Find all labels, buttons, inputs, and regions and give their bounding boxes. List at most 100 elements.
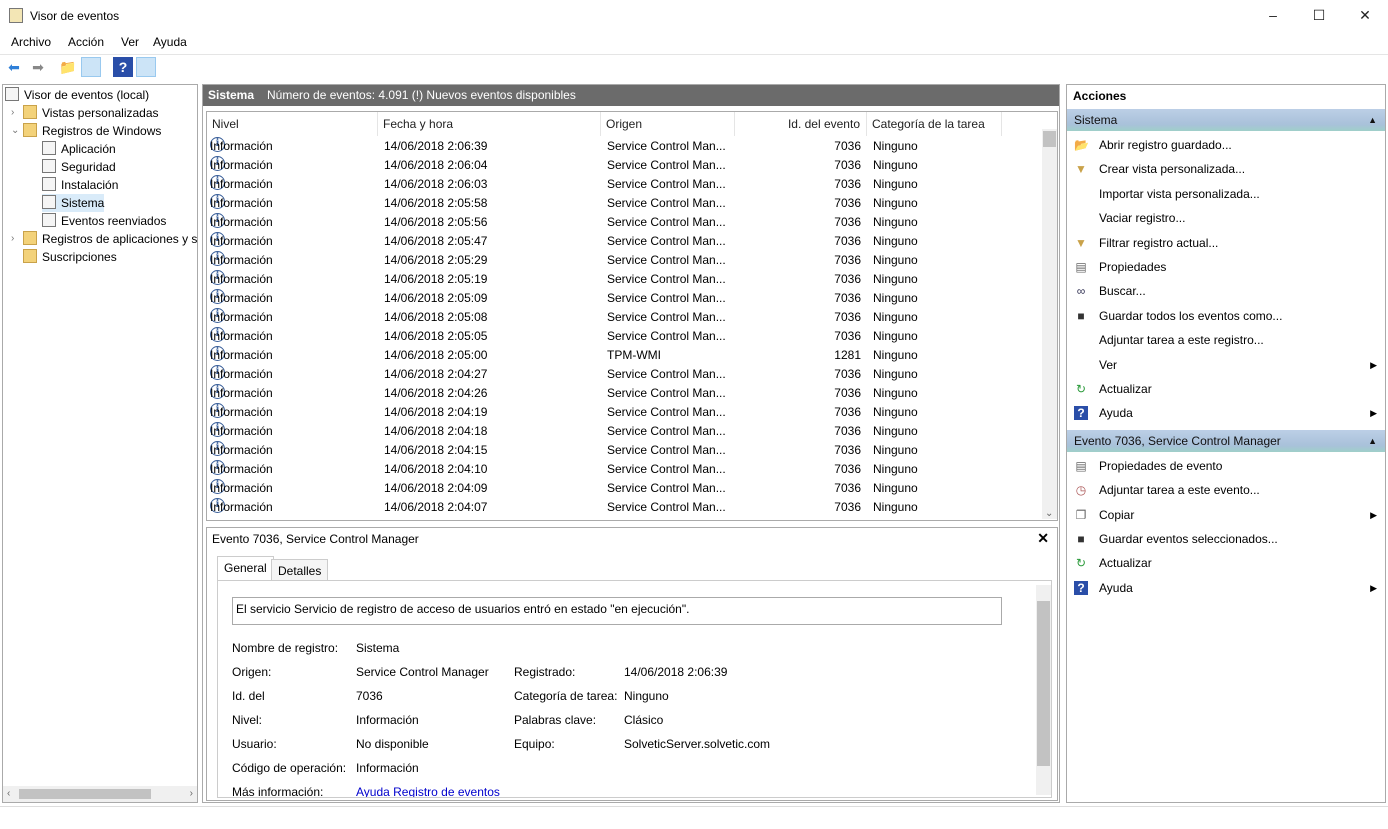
- app-icon: [9, 8, 23, 23]
- folder-up-icon[interactable]: 📁: [58, 57, 78, 77]
- field-label: Nivel:: [232, 713, 263, 727]
- action-item[interactable]: ■ Guardar eventos seleccionados...: [1067, 528, 1385, 550]
- field-value[interactable]: Ayuda Registro de eventos: [356, 785, 500, 797]
- column-header[interactable]: Fecha y hora: [378, 112, 601, 136]
- close-detail-icon[interactable]: ✕: [1037, 530, 1049, 547]
- scroll-thumb[interactable]: [19, 789, 151, 799]
- table-row[interactable]: i Información 14/06/2018 2:04:15 Service Co…: [207, 441, 1042, 460]
- table-row[interactable]: i Información 14/06/2018 2:04:26 Service Co…: [207, 384, 1042, 403]
- table-row[interactable]: i Información 14/06/2018 2:04:10 Service Co…: [207, 460, 1042, 479]
- action-label: Propiedades de evento: [1099, 458, 1223, 473]
- events-vertical-scrollbar[interactable]: ⌄: [1042, 129, 1057, 519]
- action-item[interactable]: Importar vista personalizada...: [1067, 183, 1385, 205]
- cell-category: Ninguno: [873, 310, 918, 324]
- close-button[interactable]: ✕: [1342, 0, 1388, 30]
- table-row[interactable]: i Información 14/06/2018 2:04:18 Service Co…: [207, 422, 1042, 441]
- table-row[interactable]: i Información 14/06/2018 2:05:09 Service Co…: [207, 289, 1042, 308]
- tree-item[interactable]: Sistema: [42, 194, 105, 212]
- column-header[interactable]: Id. del evento: [735, 112, 867, 136]
- tab-detalles[interactable]: Detalles: [271, 559, 329, 581]
- tree-item[interactable]: Vistas personalizadas: [23, 104, 159, 122]
- action-item[interactable]: ? Ayuda ▶: [1067, 402, 1385, 424]
- collapse-icon[interactable]: ▲: [1368, 430, 1377, 452]
- tree-horizontal-scrollbar[interactable]: ‹ ›: [3, 786, 197, 802]
- table-row[interactable]: i Información 14/06/2018 2:06:03 Service Co…: [207, 175, 1042, 194]
- back-icon[interactable]: ⬅: [4, 57, 24, 77]
- action-item[interactable]: ▼ Crear vista personalizada...: [1067, 158, 1385, 180]
- table-row[interactable]: i Información 14/06/2018 2:06:04 Service Co…: [207, 156, 1042, 175]
- tree-item[interactable]: Registros de Windows: [23, 122, 161, 140]
- level-text: Información: [210, 348, 273, 362]
- table-row[interactable]: i Información 14/06/2018 2:05:47 Service Co…: [207, 232, 1042, 251]
- action-item[interactable]: Vaciar registro...: [1067, 207, 1385, 229]
- menu-accion[interactable]: Acción: [68, 35, 104, 49]
- action-item[interactable]: Ver ▶: [1067, 354, 1385, 376]
- scroll-thumb[interactable]: [1043, 131, 1056, 147]
- table-row[interactable]: i Información 14/06/2018 2:05:29 Service Co…: [207, 251, 1042, 270]
- table-row[interactable]: i Información 14/06/2018 2:06:39 Service Co…: [207, 137, 1042, 156]
- field-label: Más información:: [232, 785, 324, 798]
- chevron-down-icon[interactable]: ⌄: [11, 125, 19, 136]
- action-item[interactable]: Adjuntar tarea a este registro...: [1067, 329, 1385, 351]
- log-icon: [42, 141, 56, 155]
- action-item[interactable]: ? Ayuda ▶: [1067, 577, 1385, 599]
- tree-item[interactable]: Suscripciones: [23, 248, 117, 266]
- minimize-button[interactable]: –: [1250, 0, 1296, 30]
- menu-ver[interactable]: Ver: [121, 35, 139, 49]
- field-value: Información: [356, 713, 419, 727]
- chevron-right-icon[interactable]: ›: [11, 233, 14, 244]
- action-item[interactable]: ❐ Copiar ▶: [1067, 504, 1385, 526]
- forward-icon[interactable]: ➡: [28, 57, 48, 77]
- cell-event-id: 7036: [834, 291, 861, 305]
- log-header-bar: Sistema Número de eventos: 4.091 (!) Nue…: [203, 85, 1059, 106]
- tree-item[interactable]: Instalación: [42, 176, 118, 194]
- column-header[interactable]: Categoría de la tarea: [867, 112, 1002, 136]
- table-row[interactable]: i Información 14/06/2018 2:05:05 Service Co…: [207, 327, 1042, 346]
- tree-item[interactable]: Eventos reenviados: [42, 212, 166, 230]
- actions-section-header[interactable]: Evento 7036, Service Control Manager ▲: [1067, 429, 1385, 452]
- collapse-icon[interactable]: ▲: [1368, 109, 1377, 131]
- event-message[interactable]: El servicio Servicio de registro de acce…: [232, 597, 1002, 625]
- level-text: Información: [210, 310, 273, 324]
- detail-vertical-scrollbar[interactable]: [1036, 585, 1051, 795]
- action-item[interactable]: ▤ Propiedades de evento: [1067, 455, 1385, 477]
- action-item[interactable]: ↻ Actualizar: [1067, 378, 1385, 400]
- tree-item[interactable]: Aplicación: [42, 140, 116, 158]
- chevron-right-icon[interactable]: ›: [11, 107, 14, 118]
- column-header[interactable]: Origen: [601, 112, 735, 136]
- table-row[interactable]: i Información 14/06/2018 2:04:09 Service Co…: [207, 479, 1042, 498]
- tab-general[interactable]: General: [217, 556, 274, 580]
- table-row[interactable]: i Información 14/06/2018 2:05:19 Service Co…: [207, 270, 1042, 289]
- console-tree: Visor de eventos (local) Vistas personali…: [2, 84, 198, 803]
- action-item[interactable]: 📂 Abrir registro guardado...: [1067, 134, 1385, 156]
- action-item[interactable]: ◷ Adjuntar tarea a este evento...: [1067, 479, 1385, 501]
- action-item[interactable]: ▤ Propiedades: [1067, 256, 1385, 278]
- tree-item[interactable]: Visor de eventos (local): [5, 86, 149, 104]
- menu-ayuda[interactable]: Ayuda: [153, 35, 187, 49]
- action-item[interactable]: ▼ Filtrar registro actual...: [1067, 232, 1385, 254]
- action-item[interactable]: ■ Guardar todos los eventos como...: [1067, 305, 1385, 327]
- cell-date: 14/06/2018 2:05:47: [384, 234, 488, 248]
- action-item[interactable]: ∞ Buscar...: [1067, 280, 1385, 302]
- show-tree-icon[interactable]: [81, 57, 101, 77]
- scroll-thumb[interactable]: [1037, 601, 1050, 766]
- table-row[interactable]: i Información 14/06/2018 2:04:27 Service Co…: [207, 365, 1042, 384]
- show-actions-icon[interactable]: [136, 57, 156, 77]
- table-row[interactable]: i Información 14/06/2018 2:05:56 Service Co…: [207, 213, 1042, 232]
- tree-item[interactable]: Registros de aplicaciones y s: [23, 230, 197, 248]
- column-header[interactable]: Nivel: [207, 112, 378, 136]
- maximize-button[interactable]: ☐: [1296, 0, 1342, 30]
- table-row[interactable]: i Información 14/06/2018 2:05:08 Service Co…: [207, 308, 1042, 327]
- action-item[interactable]: ↻ Actualizar: [1067, 552, 1385, 574]
- action-label: Abrir registro guardado...: [1099, 138, 1232, 152]
- table-row[interactable]: i Información 14/06/2018 2:04:19 Service Co…: [207, 403, 1042, 422]
- table-row[interactable]: i Información 14/06/2018 2:05:00 TPM-WMI 128…: [207, 346, 1042, 365]
- help-icon[interactable]: ?: [113, 57, 133, 77]
- menu-archivo[interactable]: Archivo: [11, 35, 51, 49]
- tree-item[interactable]: Seguridad: [42, 158, 116, 176]
- table-row[interactable]: i Información 14/06/2018 2:05:58 Service Co…: [207, 194, 1042, 213]
- help-icon: ?: [1074, 580, 1088, 595]
- cell-event-id: 7036: [834, 462, 861, 476]
- actions-section-header[interactable]: Sistema ▲: [1067, 109, 1385, 131]
- table-row[interactable]: i Información 14/06/2018 2:04:07 Service Co…: [207, 498, 1042, 517]
